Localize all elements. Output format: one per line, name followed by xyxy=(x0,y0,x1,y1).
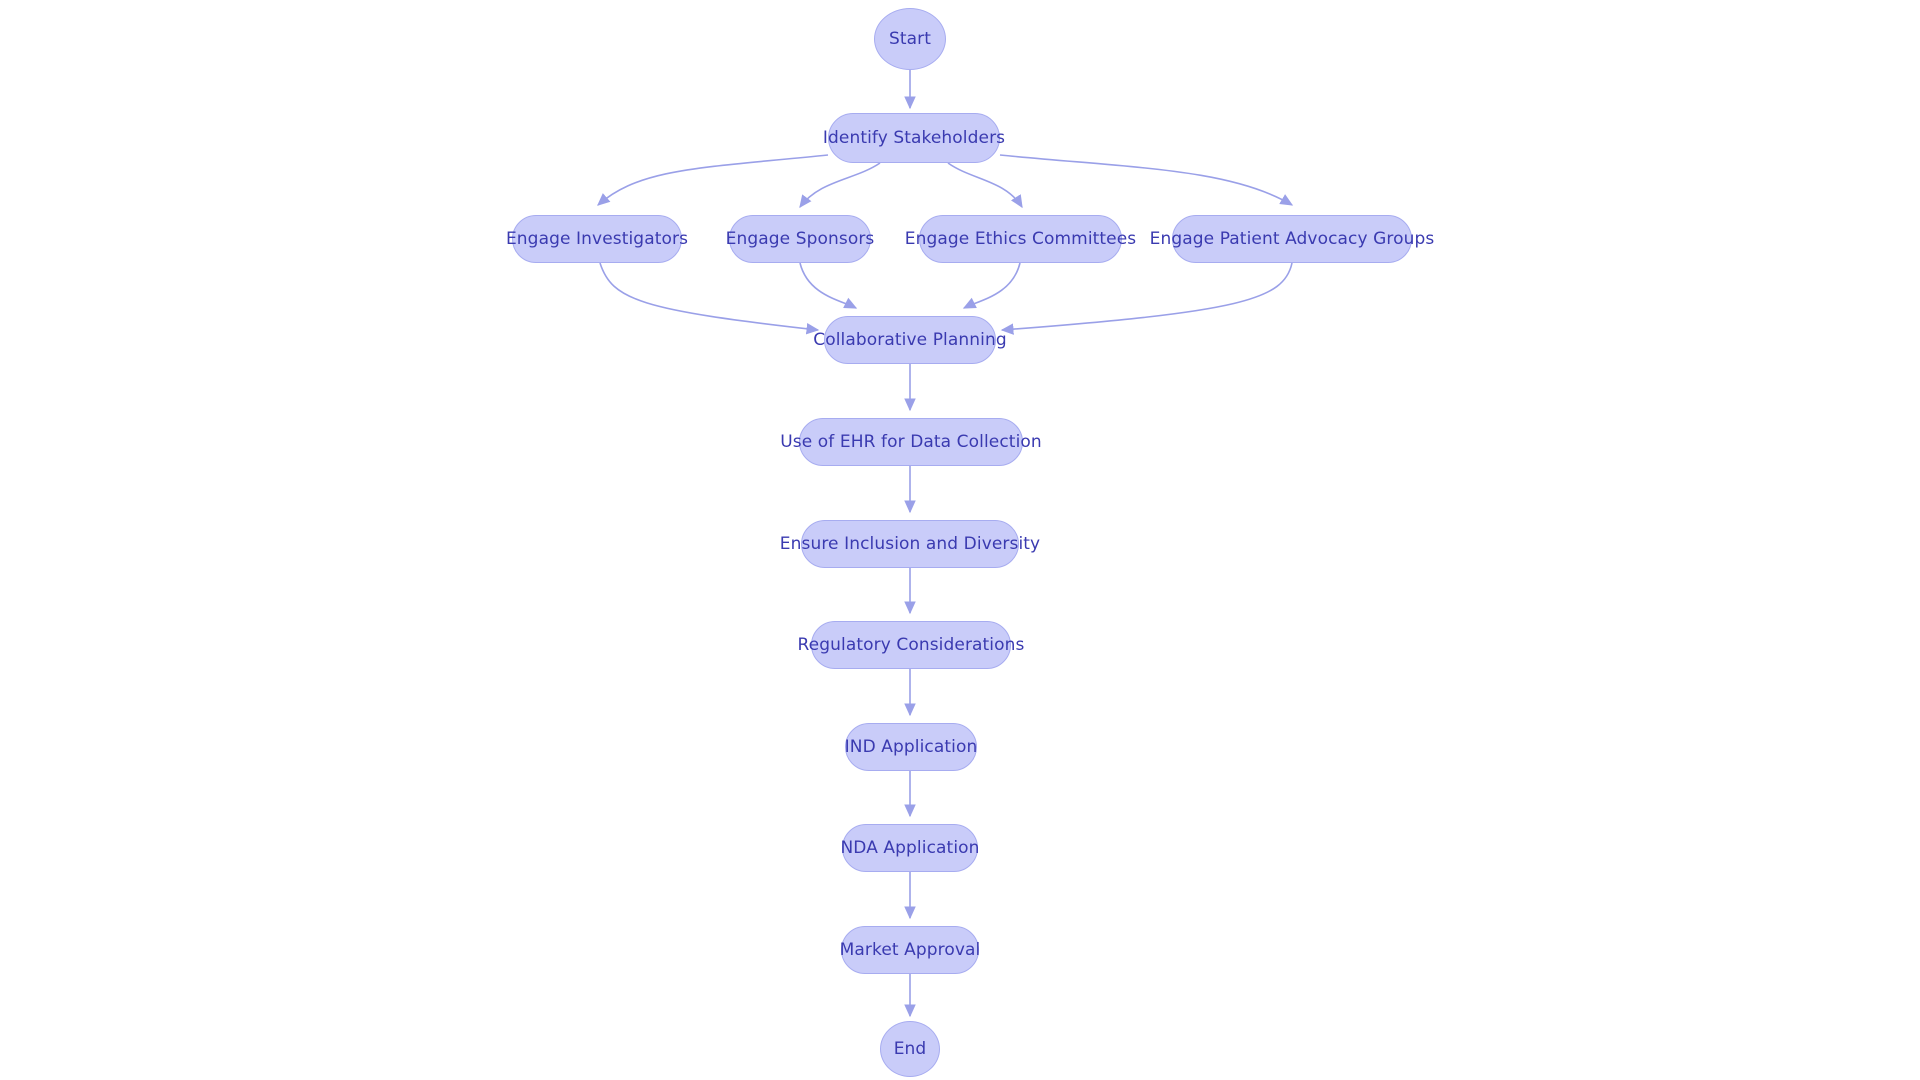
node-inclusion[interactable]: Ensure Inclusion and Diversity xyxy=(780,520,1040,568)
node-label-ind: IND Application xyxy=(844,736,978,757)
node-label-sponsors: Engage Sponsors xyxy=(725,228,875,249)
node-market[interactable]: Market Approval xyxy=(840,926,980,974)
node-label-nda: NDA Application xyxy=(840,837,980,858)
node-investig[interactable]: Engage Investigators xyxy=(506,215,688,263)
node-label-regulatory: Regulatory Considerations xyxy=(797,634,1025,655)
node-label-market: Market Approval xyxy=(839,939,981,960)
flowchart-canvas: Start Identify Stakeholders Engage Investi… xyxy=(0,0,1920,1080)
node-advocacy[interactable]: Engage Patient Advocacy Groups xyxy=(1150,215,1434,263)
node-sponsors[interactable]: Engage Sponsors xyxy=(726,215,874,263)
node-label-advocacy: Engage Patient Advocacy Groups xyxy=(1149,228,1435,249)
node-nda[interactable]: NDA Application xyxy=(840,824,979,872)
node-start[interactable]: Start xyxy=(874,8,946,70)
node-end[interactable]: End xyxy=(880,1021,940,1077)
node-label-end: End xyxy=(893,1038,927,1059)
node-label-collab: Collaborative Planning xyxy=(813,329,1007,350)
node-label-ethics: Engage Ethics Committees xyxy=(904,228,1137,249)
node-label-identify: Identify Stakeholders xyxy=(822,127,1006,148)
node-label-ehr: Use of EHR for Data Collection xyxy=(780,431,1042,452)
node-identify[interactable]: Identify Stakeholders xyxy=(823,113,1005,163)
node-layer: Start Identify Stakeholders Engage Investi… xyxy=(0,0,1920,1080)
node-label-start: Start xyxy=(888,28,932,49)
node-ehr[interactable]: Use of EHR for Data Collection xyxy=(780,418,1042,466)
node-ethics[interactable]: Engage Ethics Committees xyxy=(905,215,1136,263)
node-label-inclusion: Ensure Inclusion and Diversity xyxy=(779,533,1041,554)
node-ind[interactable]: IND Application xyxy=(845,723,977,771)
node-collab[interactable]: Collaborative Planning xyxy=(813,316,1007,364)
node-label-investig: Engage Investigators xyxy=(505,228,689,249)
node-regulatory[interactable]: Regulatory Considerations xyxy=(798,621,1024,669)
